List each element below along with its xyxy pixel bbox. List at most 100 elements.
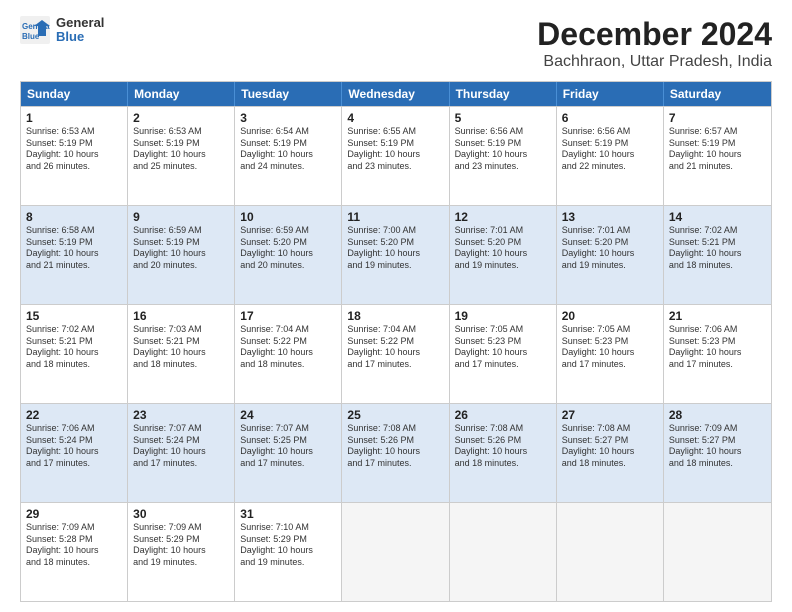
- day-number-w4-d2: 23: [133, 408, 229, 422]
- day-number-w5-d1: 29: [26, 507, 122, 521]
- day-info-line: Sunset: 5:28 PM: [26, 534, 122, 546]
- day-number-w1-d3: 3: [240, 111, 336, 125]
- svg-text:Blue: Blue: [22, 32, 40, 41]
- day-number-w5-d3: 31: [240, 507, 336, 521]
- day-info-line: Sunset: 5:20 PM: [347, 237, 443, 249]
- day-number-w3-d4: 18: [347, 309, 443, 323]
- day-info-line: Sunrise: 7:09 AM: [26, 522, 122, 534]
- day-info-line: Daylight: 10 hours: [26, 545, 122, 557]
- day-info-line: Sunset: 5:20 PM: [455, 237, 551, 249]
- cal-cell-w4-d3: 24Sunrise: 7:07 AMSunset: 5:25 PMDayligh…: [235, 404, 342, 502]
- day-info-line: Daylight: 10 hours: [26, 446, 122, 458]
- day-info-line: Daylight: 10 hours: [455, 446, 551, 458]
- day-number-w4-d3: 24: [240, 408, 336, 422]
- day-number-w3-d5: 19: [455, 309, 551, 323]
- day-info-line: Sunrise: 6:59 AM: [133, 225, 229, 237]
- day-info-line: Sunrise: 7:04 AM: [347, 324, 443, 336]
- day-info-line: Sunrise: 7:04 AM: [240, 324, 336, 336]
- day-info-line: Daylight: 10 hours: [669, 149, 766, 161]
- logo: General Blue General Blue: [20, 16, 104, 45]
- day-info-line: and 24 minutes.: [240, 161, 336, 173]
- day-info-line: Sunrise: 6:53 AM: [26, 126, 122, 138]
- day-info-line: Sunrise: 6:58 AM: [26, 225, 122, 237]
- day-number-w1-d5: 5: [455, 111, 551, 125]
- day-info-line: Daylight: 10 hours: [669, 347, 766, 359]
- day-info-line: and 18 minutes.: [240, 359, 336, 371]
- day-info-line: Daylight: 10 hours: [669, 248, 766, 260]
- day-info-line: Sunset: 5:19 PM: [26, 237, 122, 249]
- day-info-line: Daylight: 10 hours: [26, 347, 122, 359]
- day-info-line: Sunset: 5:20 PM: [240, 237, 336, 249]
- day-number-w1-d2: 2: [133, 111, 229, 125]
- day-number-w1-d6: 6: [562, 111, 658, 125]
- day-info-line: Daylight: 10 hours: [562, 149, 658, 161]
- day-number-w2-d1: 8: [26, 210, 122, 224]
- day-info-line: Sunset: 5:21 PM: [26, 336, 122, 348]
- cal-cell-w1-d6: 6Sunrise: 6:56 AMSunset: 5:19 PMDaylight…: [557, 107, 664, 205]
- day-info-line: and 19 minutes.: [347, 260, 443, 272]
- day-info-line: Sunrise: 6:53 AM: [133, 126, 229, 138]
- cal-cell-w1-d3: 3Sunrise: 6:54 AMSunset: 5:19 PMDaylight…: [235, 107, 342, 205]
- day-info-line: Sunrise: 6:59 AM: [240, 225, 336, 237]
- day-info-line: Sunset: 5:29 PM: [133, 534, 229, 546]
- cal-cell-w1-d1: 1Sunrise: 6:53 AMSunset: 5:19 PMDaylight…: [21, 107, 128, 205]
- cal-cell-w5-d2: 30Sunrise: 7:09 AMSunset: 5:29 PMDayligh…: [128, 503, 235, 601]
- day-info-line: Sunset: 5:19 PM: [26, 138, 122, 150]
- day-info-line: and 17 minutes.: [347, 458, 443, 470]
- week-row-1: 1Sunrise: 6:53 AMSunset: 5:19 PMDaylight…: [21, 106, 771, 205]
- day-info-line: Sunrise: 7:06 AM: [669, 324, 766, 336]
- cal-cell-w4-d6: 27Sunrise: 7:08 AMSunset: 5:27 PMDayligh…: [557, 404, 664, 502]
- week-row-3: 15Sunrise: 7:02 AMSunset: 5:21 PMDayligh…: [21, 304, 771, 403]
- day-number-w3-d3: 17: [240, 309, 336, 323]
- day-info-line: Daylight: 10 hours: [347, 446, 443, 458]
- day-info-line: Daylight: 10 hours: [347, 248, 443, 260]
- day-info-line: Sunset: 5:19 PM: [240, 138, 336, 150]
- day-info-line: Daylight: 10 hours: [455, 149, 551, 161]
- day-info-line: and 17 minutes.: [455, 359, 551, 371]
- day-info-line: Sunrise: 6:56 AM: [455, 126, 551, 138]
- cal-cell-w5-d4: [342, 503, 449, 601]
- day-info-line: Sunset: 5:19 PM: [347, 138, 443, 150]
- cal-cell-w3-d3: 17Sunrise: 7:04 AMSunset: 5:22 PMDayligh…: [235, 305, 342, 403]
- day-info-line: Sunrise: 7:02 AM: [26, 324, 122, 336]
- cal-cell-w2-d5: 12Sunrise: 7:01 AMSunset: 5:20 PMDayligh…: [450, 206, 557, 304]
- day-info-line: Sunset: 5:22 PM: [347, 336, 443, 348]
- header-monday: Monday: [128, 82, 235, 106]
- logo-text-blue: Blue: [56, 30, 104, 44]
- day-info-line: and 22 minutes.: [562, 161, 658, 173]
- header-wednesday: Wednesday: [342, 82, 449, 106]
- day-info-line: Sunrise: 7:01 AM: [455, 225, 551, 237]
- cal-cell-w1-d5: 5Sunrise: 6:56 AMSunset: 5:19 PMDaylight…: [450, 107, 557, 205]
- week-row-5: 29Sunrise: 7:09 AMSunset: 5:28 PMDayligh…: [21, 502, 771, 601]
- day-info-line: Sunrise: 7:08 AM: [455, 423, 551, 435]
- subtitle: Bachhraon, Uttar Pradesh, India: [537, 53, 772, 71]
- day-info-line: and 21 minutes.: [26, 260, 122, 272]
- day-info-line: and 17 minutes.: [669, 359, 766, 371]
- day-info-line: Sunrise: 7:01 AM: [562, 225, 658, 237]
- day-info-line: Sunset: 5:24 PM: [133, 435, 229, 447]
- day-info-line: and 18 minutes.: [669, 260, 766, 272]
- cal-cell-w4-d5: 26Sunrise: 7:08 AMSunset: 5:26 PMDayligh…: [450, 404, 557, 502]
- day-number-w3-d6: 20: [562, 309, 658, 323]
- day-info-line: Sunset: 5:27 PM: [669, 435, 766, 447]
- page: General Blue General Blue December 2024 …: [0, 0, 792, 612]
- day-number-w4-d4: 25: [347, 408, 443, 422]
- day-info-line: Sunrise: 7:09 AM: [669, 423, 766, 435]
- day-info-line: Daylight: 10 hours: [133, 545, 229, 557]
- day-number-w2-d6: 13: [562, 210, 658, 224]
- day-info-line: Sunrise: 7:03 AM: [133, 324, 229, 336]
- day-info-line: Daylight: 10 hours: [347, 149, 443, 161]
- cal-cell-w4-d7: 28Sunrise: 7:09 AMSunset: 5:27 PMDayligh…: [664, 404, 771, 502]
- day-info-line: Sunset: 5:19 PM: [133, 138, 229, 150]
- day-info-line: and 18 minutes.: [562, 458, 658, 470]
- day-info-line: Daylight: 10 hours: [26, 248, 122, 260]
- day-info-line: and 19 minutes.: [133, 557, 229, 569]
- day-info-line: and 21 minutes.: [669, 161, 766, 173]
- cal-cell-w4-d2: 23Sunrise: 7:07 AMSunset: 5:24 PMDayligh…: [128, 404, 235, 502]
- cal-cell-w5-d6: [557, 503, 664, 601]
- day-number-w4-d7: 28: [669, 408, 766, 422]
- header-sunday: Sunday: [21, 82, 128, 106]
- day-number-w1-d1: 1: [26, 111, 122, 125]
- day-info-line: Sunrise: 6:54 AM: [240, 126, 336, 138]
- day-number-w2-d3: 10: [240, 210, 336, 224]
